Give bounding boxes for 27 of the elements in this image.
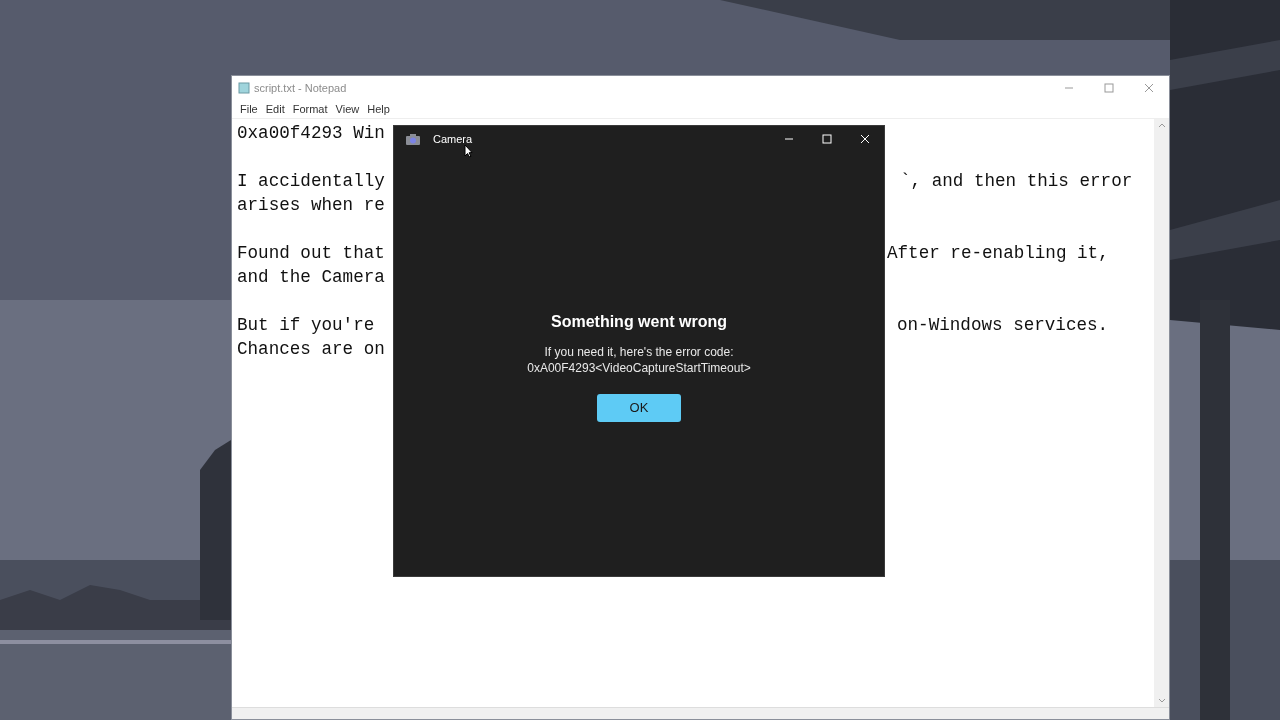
menu-item[interactable]: Help bbox=[363, 100, 394, 118]
ok-button[interactable]: OK bbox=[597, 394, 681, 422]
text-line: 0xa00f4293 Win bbox=[237, 123, 385, 143]
menu-item[interactable]: Format bbox=[288, 100, 332, 118]
scrollbar[interactable] bbox=[1154, 119, 1169, 707]
text-line: and the Camera bbox=[237, 267, 385, 287]
scroll-up-icon[interactable] bbox=[1157, 123, 1166, 128]
error-message: If you need it, here's the error code: bbox=[544, 344, 734, 360]
error-heading: Something went wrong bbox=[551, 312, 727, 332]
text-line: Chances are on bbox=[237, 339, 385, 359]
text-line: on-Windows services. bbox=[897, 314, 1109, 337]
menu-item[interactable]: View bbox=[331, 100, 364, 118]
text-line: But if you're bbox=[237, 315, 375, 335]
menu-item[interactable]: File bbox=[236, 100, 262, 118]
text-line: arises when re bbox=[237, 195, 385, 215]
notepad-icon bbox=[238, 82, 250, 94]
error-code: 0xA00F4293<VideoCaptureStartTimeout> bbox=[527, 360, 751, 376]
text-line: I accidentally bbox=[237, 171, 385, 191]
text-line: `, and then this error bbox=[900, 170, 1133, 193]
menu-item[interactable]: Edit bbox=[261, 100, 289, 118]
cursor-icon bbox=[464, 144, 473, 158]
window-title: script.txt - Notepad bbox=[254, 80, 347, 96]
text-line: Found out that bbox=[237, 243, 385, 263]
text-line: After re-enabling it, bbox=[887, 242, 1109, 265]
camera-icon bbox=[406, 133, 420, 145]
window-title: Camera bbox=[433, 131, 473, 147]
scroll-down-icon[interactable] bbox=[1157, 698, 1166, 703]
